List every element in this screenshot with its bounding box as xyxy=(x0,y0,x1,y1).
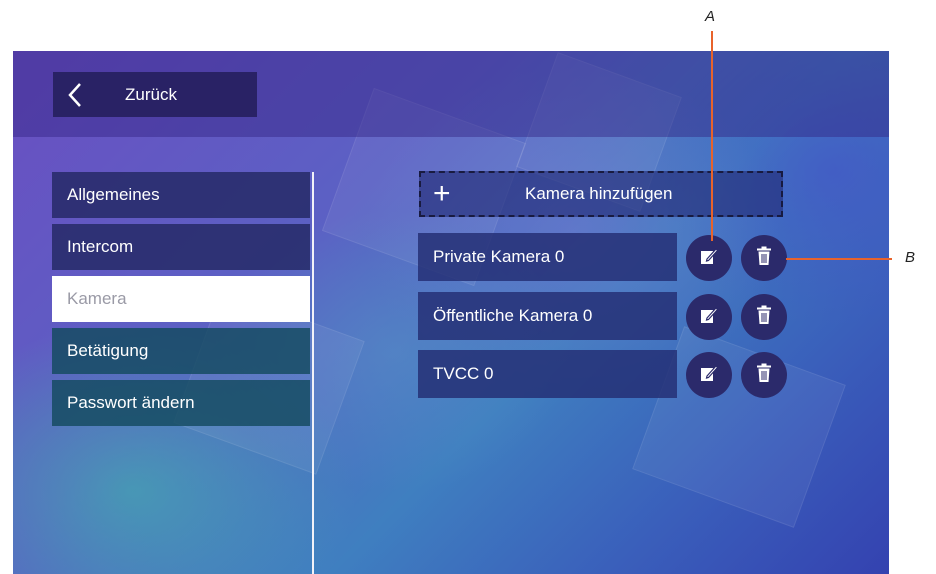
callout-line-a xyxy=(711,31,713,241)
top-bar: Zurück xyxy=(13,51,889,137)
delete-button[interactable] xyxy=(741,294,787,340)
trash-icon xyxy=(756,305,772,330)
add-camera-button[interactable]: + Kamera hinzufügen xyxy=(419,171,783,217)
edit-button[interactable] xyxy=(686,235,732,281)
menu-item-kamera[interactable]: Kamera xyxy=(52,276,310,322)
menu-item-passwort-aendern[interactable]: Passwort ändern xyxy=(52,380,310,426)
chevron-left-icon xyxy=(67,82,95,108)
edit-icon xyxy=(700,364,719,387)
vertical-divider xyxy=(312,172,314,574)
back-button[interactable]: Zurück xyxy=(53,72,257,117)
edit-icon xyxy=(700,306,719,329)
back-label: Zurück xyxy=(125,84,177,104)
settings-menu: Allgemeines Intercom Kamera Betätigung P… xyxy=(52,172,310,432)
menu-item-betaetigung[interactable]: Betätigung xyxy=(52,328,310,374)
camera-name[interactable]: Private Kamera 0 xyxy=(418,233,677,281)
trash-icon xyxy=(756,246,772,271)
trash-icon xyxy=(756,363,772,388)
plus-icon: + xyxy=(433,177,451,210)
camera-name[interactable]: Öffentliche Kamera 0 xyxy=(418,292,677,340)
add-camera-label: Kamera hinzufügen xyxy=(525,184,673,203)
device-screen: Zurück Allgemeines Intercom Kamera Betät… xyxy=(13,51,889,574)
edit-button[interactable] xyxy=(686,352,732,398)
camera-name[interactable]: TVCC 0 xyxy=(418,350,677,398)
callout-label-b: B xyxy=(905,249,916,266)
delete-button[interactable] xyxy=(741,235,787,281)
edit-button[interactable] xyxy=(686,294,732,340)
edit-icon xyxy=(700,247,719,270)
callout-label-a: A xyxy=(705,8,716,25)
menu-item-allgemeines[interactable]: Allgemeines xyxy=(52,172,310,218)
menu-item-intercom[interactable]: Intercom xyxy=(52,224,310,270)
callout-line-b xyxy=(786,258,892,260)
delete-button[interactable] xyxy=(741,352,787,398)
